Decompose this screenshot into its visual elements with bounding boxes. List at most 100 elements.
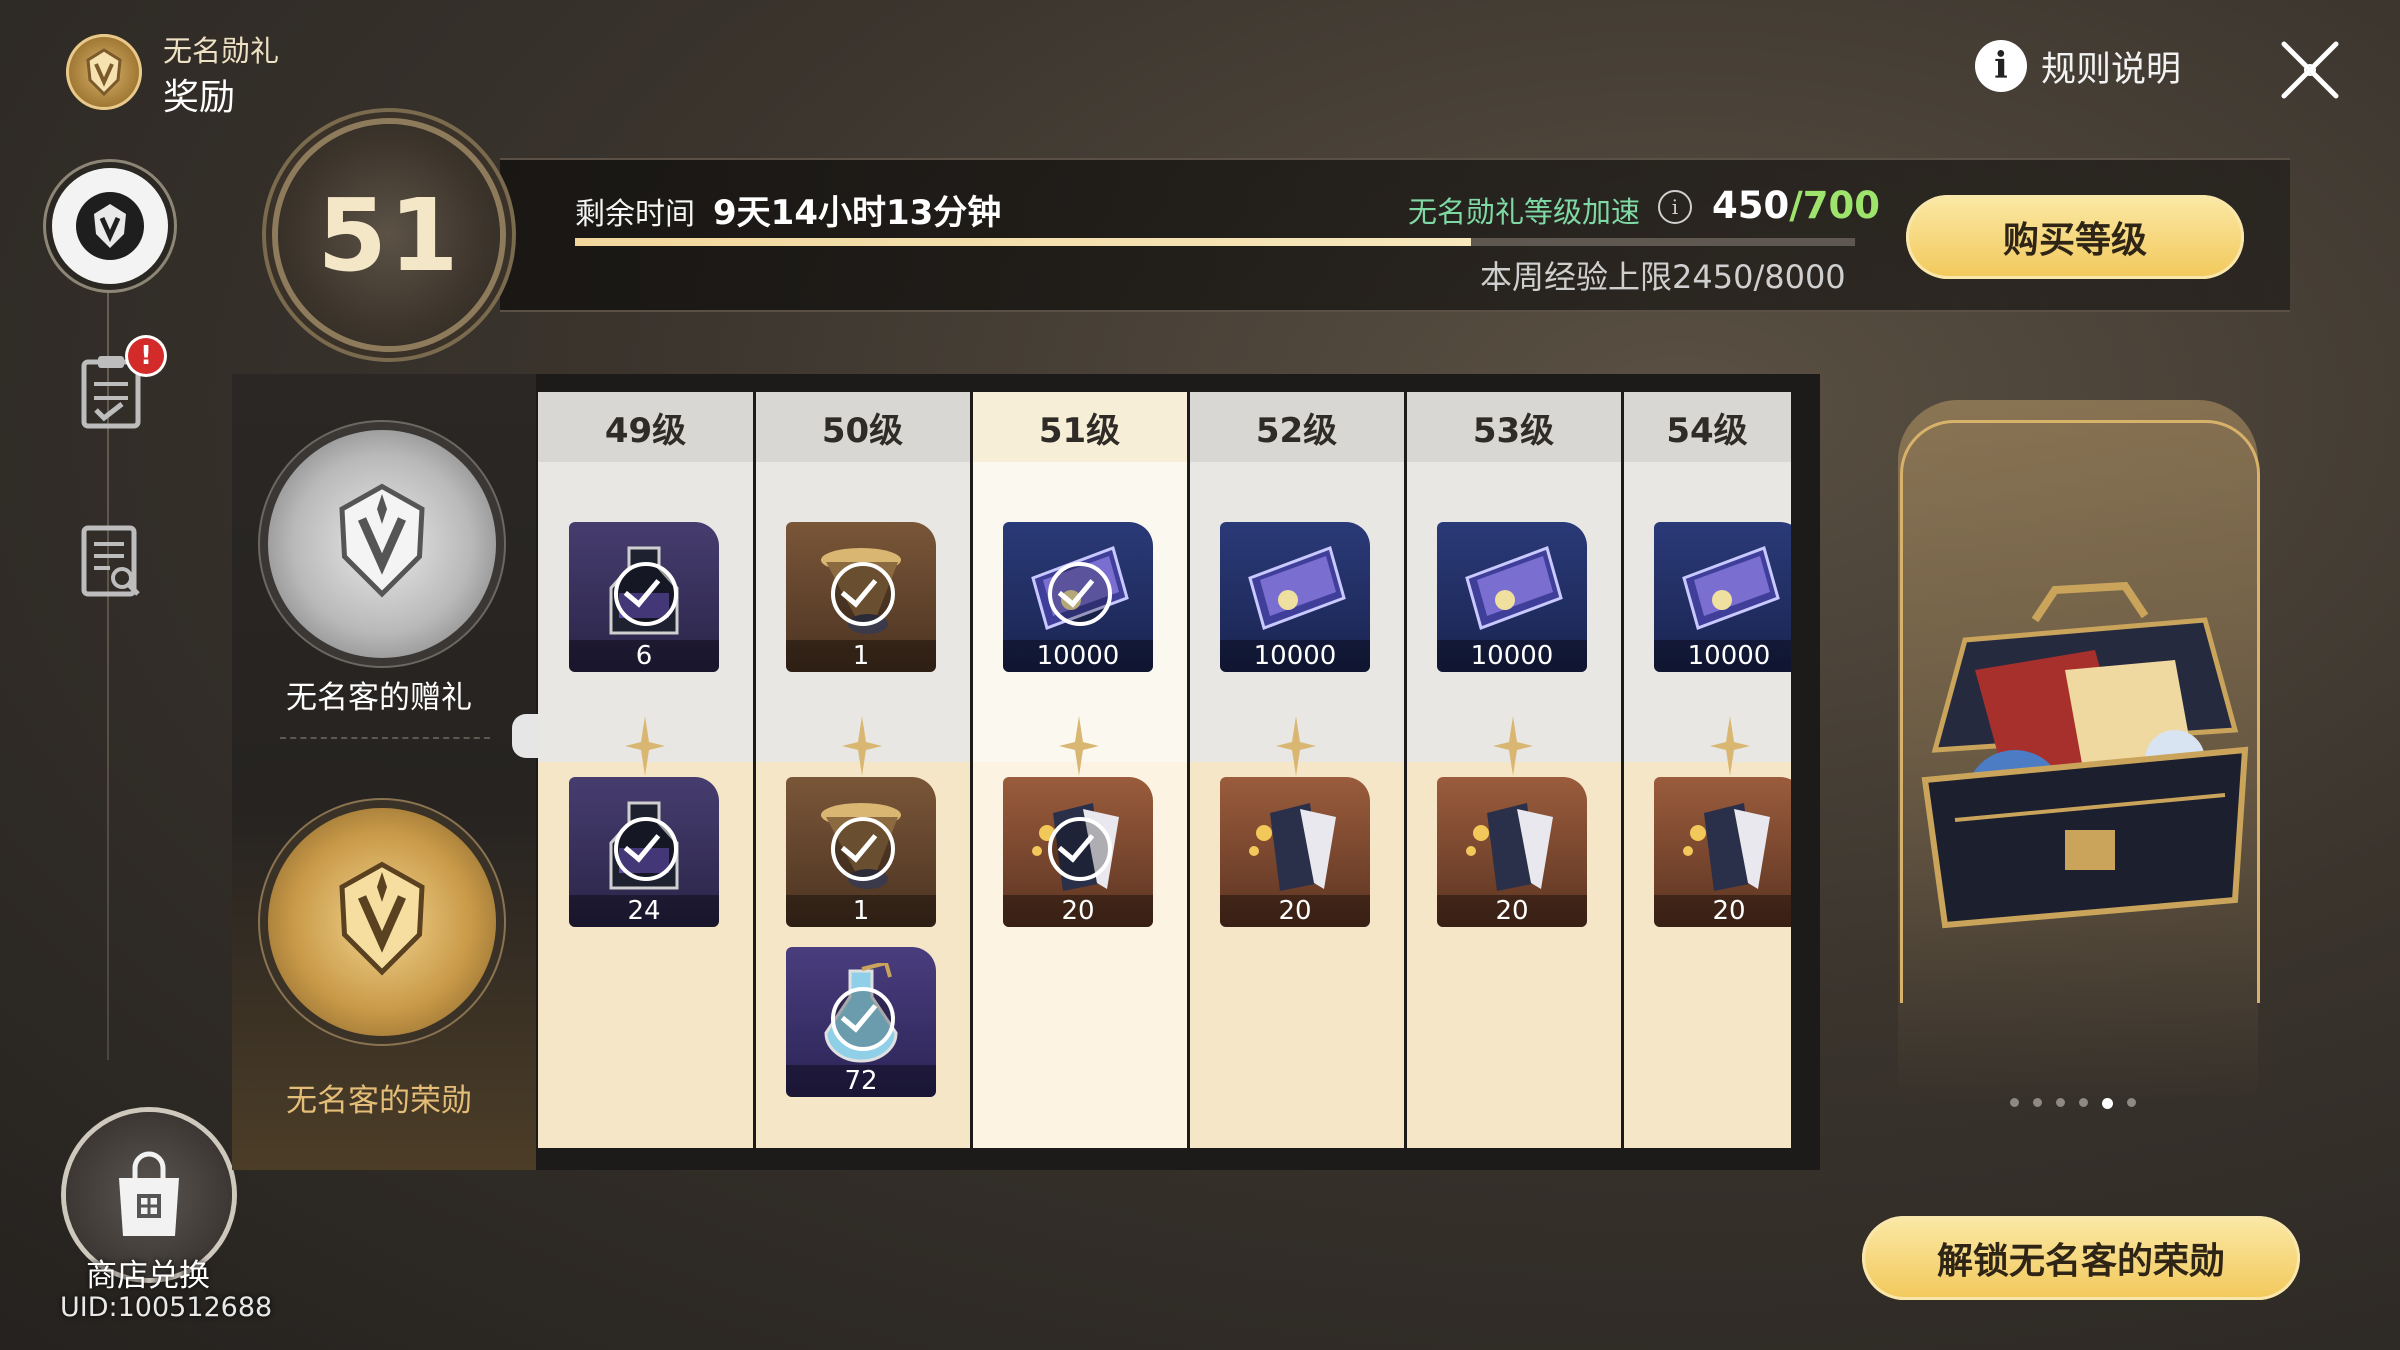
reward-count: 20 bbox=[1437, 895, 1587, 927]
claimed-check-icon bbox=[1048, 817, 1112, 881]
notification-badge: ! bbox=[128, 338, 164, 374]
nav-rail bbox=[107, 160, 109, 1060]
level-header: 51级 bbox=[972, 392, 1187, 462]
column-divider bbox=[1621, 392, 1624, 1148]
carousel-dot[interactable] bbox=[2079, 1098, 2088, 1107]
level-label: 49级 bbox=[604, 410, 687, 451]
reward-count: 1 bbox=[786, 640, 936, 672]
app-subtitle: 无名勋礼 bbox=[163, 34, 280, 68]
level-emblem: 51 bbox=[278, 124, 500, 346]
level-header: 50级 bbox=[755, 392, 970, 462]
reward-count: 20 bbox=[1220, 895, 1370, 927]
carousel-dot[interactable] bbox=[2102, 1098, 2113, 1109]
reward-column: 54级 10000 20 bbox=[1623, 392, 1791, 1148]
paid-reward-item[interactable]: 1 bbox=[786, 777, 936, 927]
level-label: 50级 bbox=[821, 410, 904, 451]
free-reward-item[interactable]: 10000 bbox=[1654, 522, 1791, 672]
user-id: UID:100512688 bbox=[60, 1292, 273, 1323]
carousel-dot[interactable] bbox=[2056, 1098, 2065, 1107]
claimed-check-icon bbox=[831, 817, 895, 881]
paid-reward-item[interactable]: 72 bbox=[786, 947, 936, 1097]
reward-column: 53级 10000 20 bbox=[1406, 392, 1621, 1148]
claimed-check-icon bbox=[831, 987, 895, 1051]
claimed-check-icon bbox=[831, 562, 895, 626]
column-divider bbox=[1187, 392, 1190, 1148]
carousel-dot[interactable] bbox=[2010, 1098, 2019, 1107]
book-icon bbox=[1683, 803, 1770, 891]
free-reward-item[interactable]: 6 bbox=[569, 522, 719, 672]
level-header: 52级 bbox=[1189, 392, 1404, 462]
reward-columns: 49级 6 24 50级 1 1 72 51级 10000 20 52级 10000 20 53级 1000… bbox=[538, 392, 1791, 1148]
log-icon bbox=[81, 525, 140, 597]
claimed-check-icon bbox=[614, 817, 678, 881]
level-boost-label: 无名勋礼等级加速 bbox=[1408, 195, 1641, 229]
exp-counter: 450/700 bbox=[1712, 184, 1880, 227]
close-icon bbox=[2281, 41, 2339, 99]
gold-badge-icon bbox=[339, 861, 425, 976]
card-icon bbox=[1682, 546, 1780, 630]
paid-reward-item[interactable]: 20 bbox=[1220, 777, 1370, 927]
free-tier-emblem bbox=[268, 430, 496, 658]
free-reward-item[interactable]: 10000 bbox=[1437, 522, 1587, 672]
time-remaining-value: 9天14小时13分钟 bbox=[713, 193, 1002, 233]
unlock-paid-tier-button[interactable]: 解锁无名客的荣勋 bbox=[1862, 1216, 2300, 1300]
boost-info-icon[interactable]: i bbox=[1658, 190, 1692, 224]
sparkle-icon bbox=[1276, 716, 1316, 776]
rules-button[interactable]: i 规则说明 bbox=[1975, 40, 2181, 92]
carousel-dot[interactable] bbox=[2033, 1098, 2042, 1107]
shopping-bag-icon bbox=[119, 1151, 179, 1236]
paid-reward-item[interactable]: 20 bbox=[1654, 777, 1791, 927]
free-reward-item[interactable]: 1 bbox=[786, 522, 936, 672]
paid-tier-name: 无名客的荣勋 bbox=[286, 1083, 472, 1119]
reward-column: 49级 6 24 bbox=[538, 392, 753, 1148]
card-icon bbox=[1465, 546, 1563, 630]
sparkle-icon bbox=[842, 716, 882, 776]
level-header: 49级 bbox=[538, 392, 753, 462]
rules-label: 规则说明 bbox=[2041, 49, 2182, 90]
reward-count: 10000 bbox=[1654, 640, 1791, 672]
free-reward-item[interactable]: 10000 bbox=[1003, 522, 1153, 672]
level-label: 54级 bbox=[1666, 410, 1748, 451]
reward-column: 50级 1 1 72 bbox=[755, 392, 970, 1148]
sparkle-icon bbox=[1493, 716, 1533, 776]
nameless-honor-logo bbox=[66, 34, 142, 110]
paid-reward-item[interactable]: 24 bbox=[569, 777, 719, 927]
badge-icon bbox=[76, 192, 144, 260]
reward-column: 51级 10000 20 bbox=[972, 392, 1187, 1148]
card-icon bbox=[1248, 546, 1346, 630]
level-header: 53级 bbox=[1406, 392, 1621, 462]
current-level: 51 bbox=[317, 176, 461, 294]
reward-count: 1 bbox=[786, 895, 936, 927]
carousel-dot[interactable] bbox=[2127, 1098, 2136, 1107]
scroll-handle[interactable] bbox=[512, 714, 540, 758]
shop-label: 商店兑换 bbox=[86, 1258, 210, 1294]
weekly-exp-cap: 本周经验上限2450/8000 bbox=[1480, 258, 1846, 296]
page-title: 奖励 bbox=[163, 77, 236, 118]
exp-max: /700 bbox=[1789, 184, 1880, 227]
book-icon bbox=[1249, 803, 1336, 891]
paid-tier-emblem bbox=[268, 808, 496, 1036]
treasure-chest-icon bbox=[1921, 581, 2249, 929]
buy-level-button[interactable]: 购买等级 bbox=[1906, 195, 2244, 279]
reward-count: 20 bbox=[1003, 895, 1153, 927]
level-header: 54级 bbox=[1623, 392, 1791, 462]
close-button[interactable] bbox=[2278, 38, 2342, 102]
column-divider bbox=[970, 392, 973, 1148]
nav-item-log[interactable] bbox=[78, 522, 144, 604]
reward-count: 10000 bbox=[1003, 640, 1153, 672]
reward-count: 20 bbox=[1654, 895, 1791, 927]
paid-reward-item[interactable]: 20 bbox=[1003, 777, 1153, 927]
reward-count: 72 bbox=[786, 1065, 936, 1097]
paid-reward-item[interactable]: 20 bbox=[1437, 777, 1587, 927]
book-icon bbox=[1466, 803, 1553, 891]
time-progress-fill bbox=[575, 238, 1471, 246]
info-icon: i bbox=[1975, 40, 2027, 92]
silver-badge-icon bbox=[339, 483, 425, 598]
reward-column: 52级 10000 20 bbox=[1189, 392, 1404, 1148]
free-reward-item[interactable]: 10000 bbox=[1220, 522, 1370, 672]
sparkle-icon bbox=[1710, 716, 1750, 776]
column-divider bbox=[753, 392, 756, 1148]
exp-current: 450 bbox=[1712, 184, 1790, 227]
nav-item-rewards[interactable] bbox=[52, 168, 168, 284]
claimed-check-icon bbox=[614, 562, 678, 626]
